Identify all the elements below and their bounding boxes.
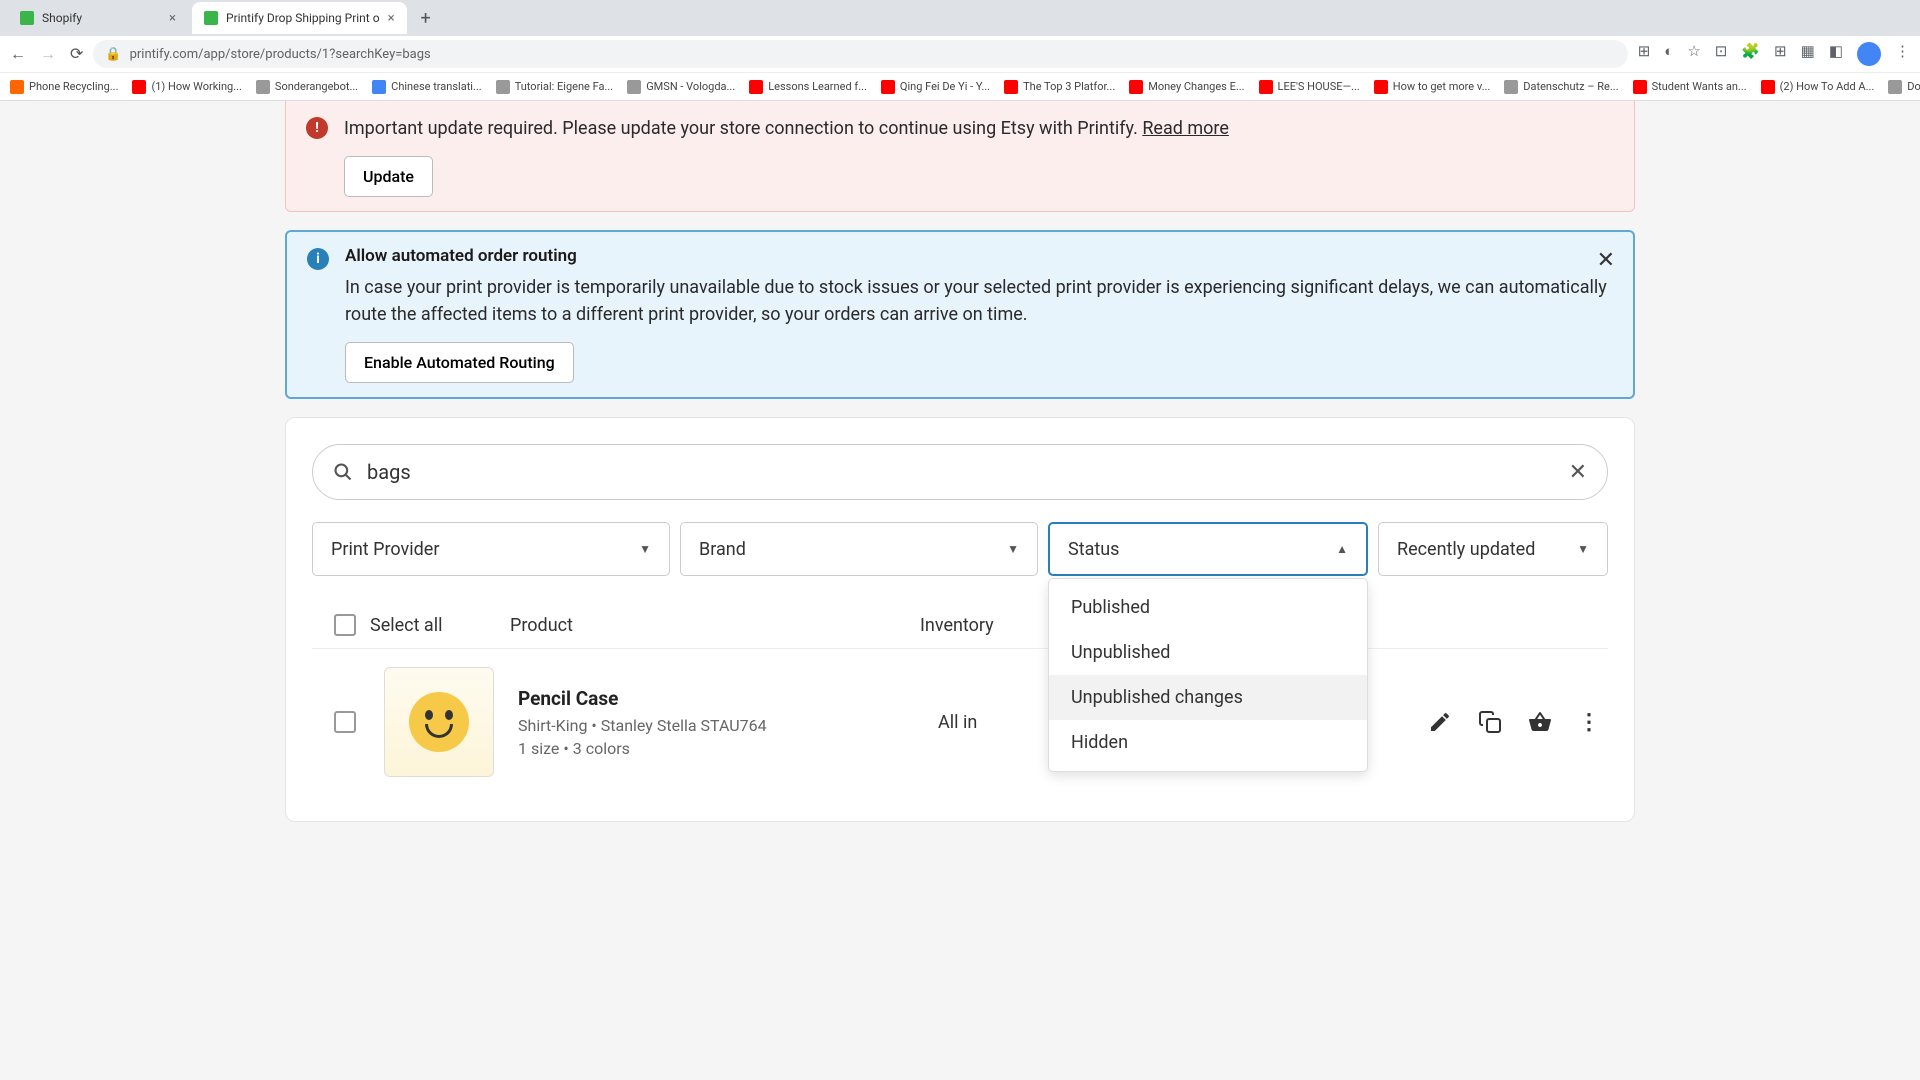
caret-down-icon: ▼ [1007,542,1019,556]
nav-arrows: ← → ⟳ [10,44,83,64]
alert-text: Important update required. Please update… [344,118,1229,139]
update-button[interactable]: Update [344,156,433,197]
filter-print-provider[interactable]: Print Provider ▼ [312,522,670,576]
reload-button[interactable]: ⟳ [70,44,83,64]
favicon-icon [20,11,34,25]
more-icon[interactable]: ⋮ [1578,710,1600,735]
product-provider: Shirt-King • Stanley Stella STAU764 [518,716,938,735]
filter-status[interactable]: Status ▲ [1048,522,1368,576]
browser-tab-printify[interactable]: Printify Drop Shipping Print o × [192,2,407,34]
product-variants: 1 size • 3 colors [518,739,938,758]
tab-title: Shopify [42,11,82,25]
filter-brand[interactable]: Brand ▼ [680,522,1038,576]
close-icon[interactable]: × [169,11,176,26]
bookmark-item[interactable]: Chinese translati... [372,80,482,94]
bookmark-item[interactable]: The Top 3 Platfor... [1004,80,1115,94]
extension-icon[interactable]: ⊞ [1638,42,1651,66]
extension-icons: ⊞ ◐ ☆ ⊡ 🧩 ⊞ ▦ ◧ ⋮ [1638,42,1910,66]
filter-sort[interactable]: Recently updated ▼ [1378,522,1608,576]
tab-title: Printify Drop Shipping Print o [226,11,380,25]
status-option-unpublished-changes[interactable]: Unpublished changes [1049,675,1367,720]
extension-icon[interactable]: 🧩 [1741,42,1760,66]
alert-title: Allow automated order routing [345,246,1613,266]
clear-search-icon[interactable]: ✕ [1569,460,1587,485]
product-row: Pencil Case Shirt-King • Stanley Stella … [312,649,1608,795]
bookmark-bar: Phone Recycling... (1) How Working... So… [0,72,1920,100]
close-icon[interactable]: ✕ [1597,248,1615,273]
browser-tab-shopify[interactable]: Shopify × [8,2,188,34]
bookmark-item[interactable]: Qing Fei De Yi - Y... [881,80,990,94]
close-icon[interactable]: × [388,11,395,26]
filter-label: Status [1068,539,1119,560]
extension-icon[interactable]: ⊡ [1715,42,1728,66]
status-option-published[interactable]: Published [1049,585,1367,630]
extension-icon[interactable]: ◐ [1664,42,1673,66]
select-all-label: Select all [370,615,500,636]
search-wrap: ✕ [312,444,1608,500]
caret-down-icon: ▼ [639,542,651,556]
browser-chrome: Shopify × Printify Drop Shipping Print o… [0,0,1920,101]
alert-warning: ! Important update required. Please upda… [285,101,1635,212]
copy-icon[interactable] [1478,710,1502,734]
col-product-header: Product [500,615,920,636]
read-more-link[interactable]: Read more [1142,118,1229,139]
smiley-icon [409,692,469,752]
bookmark-item[interactable]: Datenschutz – Re... [1504,80,1618,94]
status-option-hidden[interactable]: Hidden [1049,720,1367,765]
status-option-unpublished[interactable]: Unpublished [1049,630,1367,675]
bookmark-item[interactable]: Sonderangebot... [256,80,358,94]
product-name: Pencil Case [518,687,938,710]
warning-icon: ! [306,117,328,139]
enable-routing-button[interactable]: Enable Automated Routing [345,342,574,383]
caret-up-icon: ▲ [1336,542,1348,556]
product-panel: ✕ Print Provider ▼ Brand ▼ Status ▲ [285,417,1635,822]
favicon-icon [204,11,218,25]
back-button[interactable]: ← [10,44,26,64]
extension-icon[interactable]: ◧ [1829,42,1843,66]
bookmark-item[interactable]: How to get more v... [1374,80,1491,94]
filter-label: Print Provider [331,539,439,560]
bookmark-item[interactable]: Tutorial: Eigene Fa... [496,80,614,94]
alert-text: In case your print provider is temporari… [345,274,1613,328]
filters-row: Print Provider ▼ Brand ▼ Status ▲ Publis… [312,522,1608,576]
user-avatar[interactable] [1857,42,1881,66]
extension-icon[interactable]: ⊞ [1774,42,1787,66]
bookmark-item[interactable]: (2) How To Add A... [1761,80,1875,94]
new-tab-button[interactable]: + [411,8,441,29]
extension-icon[interactable]: ▦ [1801,42,1815,66]
menu-icon[interactable]: ⋮ [1895,42,1910,66]
bookmark-item[interactable]: Student Wants an... [1633,80,1747,94]
bookmark-item[interactable]: Lessons Learned f... [749,80,867,94]
tab-bar: Shopify × Printify Drop Shipping Print o… [0,0,1920,36]
address-bar: ← → ⟳ 🔒 printify.com/app/store/products/… [0,36,1920,72]
search-input[interactable] [353,460,1569,484]
url-input[interactable]: 🔒 printify.com/app/store/products/1?sear… [93,40,1627,68]
filter-label: Brand [699,539,746,560]
search-icon [333,462,353,482]
select-all-checkbox[interactable] [334,614,356,636]
bookmark-item[interactable]: Download - Cooki... [1888,80,1920,94]
forward-button[interactable]: → [40,44,56,64]
caret-down-icon: ▼ [1577,542,1589,556]
filter-label: Recently updated [1397,539,1535,560]
bookmark-item[interactable]: Phone Recycling... [10,80,118,94]
alert-info: ✕ i Allow automated order routing In cas… [285,230,1635,399]
row-checkbox[interactable] [334,711,356,733]
bookmark-item[interactable]: GMSN - Vologda... [627,80,735,94]
info-icon: i [307,248,329,270]
bookmark-item[interactable]: (1) How Working... [132,80,241,94]
table-header: Select all Product Inventory [312,602,1608,649]
product-actions: ⋮ [1428,710,1600,735]
basket-icon[interactable] [1528,710,1552,734]
star-icon[interactable]: ☆ [1687,42,1700,66]
status-dropdown: Published Unpublished Unpublished change… [1048,578,1368,772]
product-thumbnail[interactable] [384,667,494,777]
bookmark-item[interactable]: Money Changes E... [1129,80,1244,94]
page-body: ! Important update required. Please upda… [0,101,1920,822]
bookmark-item[interactable]: LEE'S HOUSE—... [1259,80,1360,94]
edit-icon[interactable] [1428,710,1452,734]
url-text: printify.com/app/store/products/1?search… [130,47,431,62]
lock-icon: 🔒 [105,47,121,62]
